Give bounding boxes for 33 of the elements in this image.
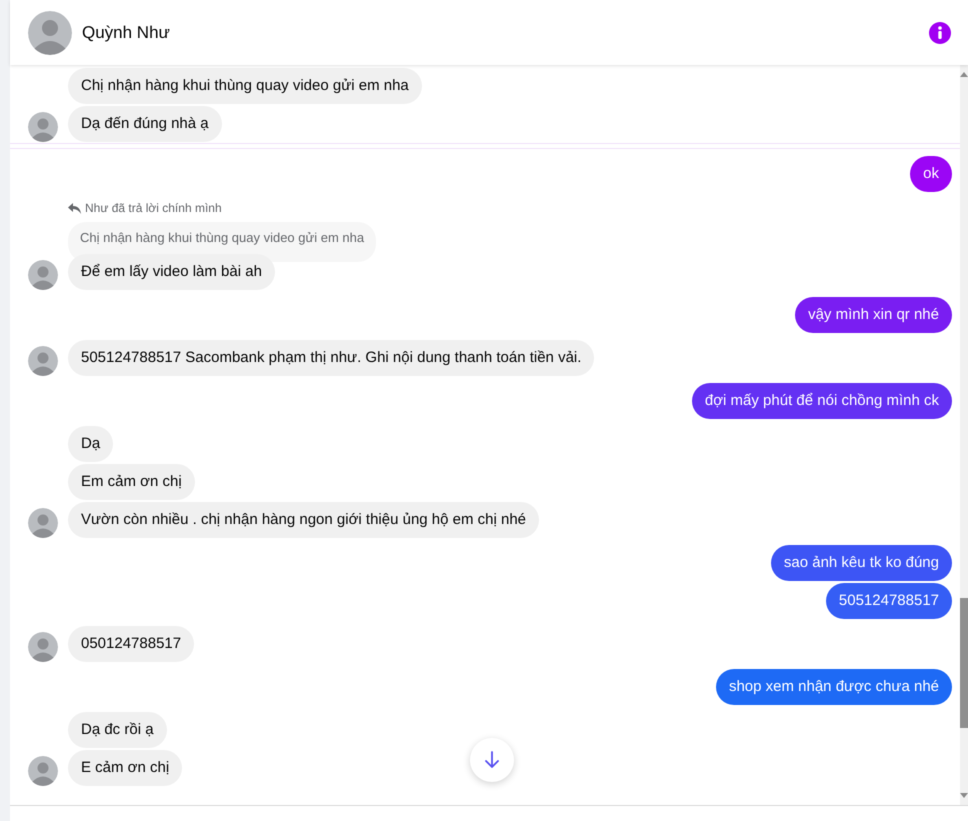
- avatar[interactable]: [28, 756, 58, 786]
- avatar[interactable]: [28, 632, 58, 662]
- outgoing-message[interactable]: shop xem nhận được chưa nhé: [716, 669, 952, 705]
- scroll-down-button[interactable]: [470, 738, 514, 782]
- avatar[interactable]: [28, 346, 58, 376]
- outgoing-message[interactable]: ok: [910, 156, 952, 192]
- incoming-message[interactable]: E cảm ơn chị: [68, 750, 182, 786]
- outgoing-message[interactable]: 505124788517: [826, 583, 952, 619]
- info-icon[interactable]: [929, 22, 951, 44]
- incoming-message[interactable]: Dạ đc rồi ạ: [68, 712, 167, 748]
- reply-icon: [68, 202, 81, 214]
- incoming-message[interactable]: Dạ đến đúng nhà ạ: [68, 106, 222, 142]
- avatar[interactable]: [28, 10, 72, 54]
- avatar[interactable]: [28, 508, 58, 538]
- incoming-message[interactable]: Để em lấy video làm bài ah: [68, 254, 275, 290]
- incoming-message[interactable]: Dạ: [68, 426, 114, 462]
- incoming-message[interactable]: 505124788517 Sacombank phạm thị như. Ghi nội dung thanh toán tiền vải.: [68, 340, 594, 376]
- contact-name[interactable]: Quỳnh Như: [82, 20, 170, 46]
- avatar[interactable]: [28, 112, 58, 142]
- avatar[interactable]: [28, 260, 58, 290]
- incoming-message[interactable]: Chị nhận hàng khui thùng quay video gửi em nha: [68, 68, 422, 104]
- scrollbar[interactable]: [960, 65, 968, 805]
- incoming-message[interactable]: Vườn còn nhiều . chị nhận hàng ngon giới thiệu ủng hộ em chị nhé: [68, 502, 540, 538]
- scroll-up-icon[interactable]: [960, 71, 968, 77]
- reply-label: Như đã trả lời chính mình: [85, 200, 222, 216]
- outgoing-message[interactable]: sao ảnh kêu tk ko đúng: [770, 545, 952, 581]
- incoming-message[interactable]: 050124788517: [68, 626, 194, 662]
- outgoing-message[interactable]: đợi mấy phút để nói chồng mình ck: [692, 383, 952, 419]
- incoming-message[interactable]: Em cảm ơn chị: [68, 464, 195, 500]
- scroll-down-icon[interactable]: [960, 793, 968, 799]
- arrow-down-icon: [484, 751, 500, 769]
- scroll-thumb[interactable]: [960, 598, 968, 728]
- outgoing-message[interactable]: vậy mình xin qr nhé: [795, 297, 952, 333]
